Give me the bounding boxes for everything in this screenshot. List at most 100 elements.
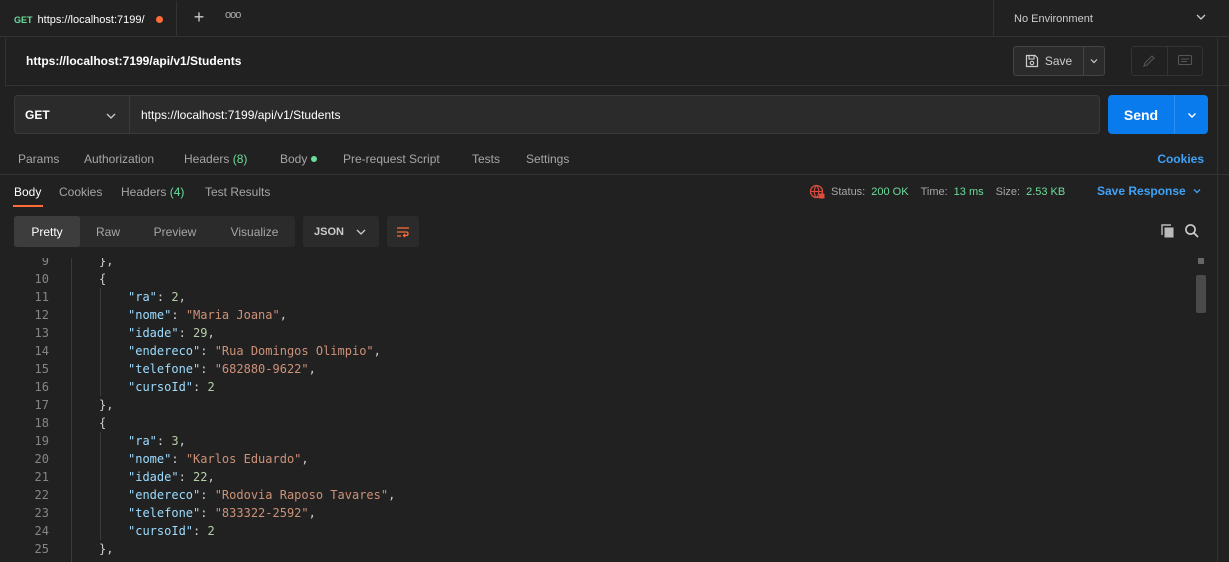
tab-title: https://localhost:7199/ bbox=[37, 13, 145, 26]
view-mode-pretty[interactable]: Pretty bbox=[14, 216, 80, 247]
code-text: "telefone": "682880-9622", bbox=[128, 362, 316, 376]
code-text: "cursoId": 2 bbox=[128, 380, 215, 394]
code-text: "idade": 22, bbox=[128, 470, 215, 484]
comments-icon[interactable] bbox=[1168, 47, 1203, 75]
code-text: "ra": 2, bbox=[128, 290, 186, 304]
wrap-lines-button[interactable] bbox=[387, 216, 419, 247]
chevron-down-icon bbox=[1196, 14, 1206, 20]
code-text: { bbox=[99, 416, 107, 430]
save-response-label: Save Response bbox=[1097, 184, 1186, 198]
code-text: }, bbox=[99, 542, 114, 556]
method-select[interactable]: GET bbox=[14, 95, 130, 134]
code-text: { bbox=[99, 272, 107, 286]
code-line: 15 "telefone": "682880-9622", bbox=[5, 360, 1194, 378]
tab-headers[interactable]: Headers (8) bbox=[184, 152, 247, 166]
network-globe-icon[interactable] bbox=[809, 184, 825, 200]
view-mode-selector: Pretty Raw Preview Visualize bbox=[14, 216, 295, 247]
code-line: 12 "nome": "Maria Joana", bbox=[5, 306, 1194, 324]
code-text: "telefone": "833322-2592", bbox=[128, 506, 316, 520]
request-tabs: Params Authorization Headers (8) Body Pr… bbox=[0, 147, 1229, 175]
code-line: 16 "cursoId": 2 bbox=[5, 378, 1194, 396]
view-mode-preview[interactable]: Preview bbox=[136, 216, 214, 247]
wrap-lines-icon bbox=[397, 226, 409, 237]
code-text: }, bbox=[99, 258, 114, 268]
tab-body[interactable]: Body bbox=[280, 152, 318, 166]
size-value[interactable]: 2.53 KB bbox=[1026, 186, 1065, 198]
cookies-link[interactable]: Cookies bbox=[1157, 152, 1204, 166]
status-value[interactable]: 200 OK bbox=[871, 186, 908, 198]
format-select[interactable]: JSON bbox=[303, 216, 379, 247]
url-value: https://localhost:7199/api/v1/Students bbox=[141, 107, 341, 122]
line-number: 17 bbox=[34, 398, 49, 412]
line-number: 15 bbox=[34, 362, 49, 376]
request-tab[interactable]: GET https://localhost:7199/ bbox=[0, 0, 177, 37]
send-button[interactable]: Send bbox=[1108, 95, 1175, 134]
line-number: 9 bbox=[41, 258, 49, 268]
response-tab-test-results[interactable]: Test Results bbox=[205, 185, 270, 199]
code-line: 14 "endereco": "Rua Domingos Olimpio", bbox=[5, 342, 1194, 360]
response-body-editor[interactable]: 9}, 10 {11 "ra": 2, 12 "nome": "Maria Joana",… bbox=[5, 258, 1194, 562]
request-tools bbox=[1131, 46, 1203, 76]
save-disk-icon bbox=[1025, 54, 1038, 68]
request-title[interactable]: https://localhost:7199/api/v1/Students bbox=[26, 54, 241, 68]
time-value[interactable]: 13 ms bbox=[954, 186, 984, 198]
line-number: 14 bbox=[34, 344, 49, 358]
line-number: 19 bbox=[34, 434, 49, 448]
search-icon[interactable] bbox=[1184, 223, 1200, 239]
tab-settings[interactable]: Settings bbox=[526, 152, 569, 166]
tab-prerequest-script[interactable]: Pre-request Script bbox=[343, 152, 440, 166]
code-text: "ra": 3, bbox=[128, 434, 186, 448]
unsaved-dot-icon bbox=[155, 16, 163, 23]
response-status: Status: 200 OK Time: 13 ms Size: 2.53 KB bbox=[809, 184, 1065, 200]
tab-body-label: Body bbox=[280, 152, 308, 166]
tab-tests[interactable]: Tests bbox=[472, 152, 500, 166]
response-tab-body[interactable]: Body bbox=[14, 185, 41, 199]
scrollbar-thumb[interactable] bbox=[1196, 275, 1206, 313]
line-number: 13 bbox=[34, 326, 49, 340]
line-number: 16 bbox=[34, 380, 49, 394]
tab-bar: GET https://localhost:7199/ + ooo No Env… bbox=[0, 0, 1229, 37]
save-button-group: Save bbox=[1013, 46, 1105, 76]
chevron-down-icon bbox=[1187, 112, 1196, 118]
response-tab-headers[interactable]: Headers (4) bbox=[121, 185, 184, 199]
copy-icon[interactable] bbox=[1160, 223, 1176, 239]
view-mode-raw[interactable]: Raw bbox=[80, 216, 136, 247]
environment-label: No Environment bbox=[1014, 12, 1093, 25]
line-number: 21 bbox=[34, 470, 49, 484]
code-line: 17}, bbox=[5, 396, 1194, 414]
line-number: 23 bbox=[34, 506, 49, 520]
request-header: https://localhost:7199/api/v1/Students S… bbox=[5, 38, 1229, 86]
line-number: 22 bbox=[34, 488, 49, 502]
status-label: Status: bbox=[831, 186, 866, 198]
save-button[interactable]: Save bbox=[1014, 47, 1084, 75]
send-options-button[interactable] bbox=[1175, 95, 1208, 134]
url-input[interactable]: https://localhost:7199/api/v1/Students bbox=[129, 95, 1100, 134]
tab-authorization[interactable]: Authorization bbox=[84, 152, 154, 166]
new-tab-plus-icon[interactable]: + bbox=[190, 8, 208, 26]
view-mode-visualize[interactable]: Visualize bbox=[214, 216, 295, 247]
code-text: }, bbox=[99, 398, 114, 412]
tab-headers-count: (8) bbox=[232, 152, 248, 166]
time-label: Time: bbox=[920, 186, 948, 198]
size-label: Size: bbox=[995, 186, 1021, 198]
edit-pencil-icon[interactable] bbox=[1132, 47, 1168, 75]
environment-selector[interactable]: No Environment bbox=[993, 0, 1229, 37]
code-text: "nome": "Maria Joana", bbox=[128, 308, 287, 322]
tab-method-label: GET bbox=[14, 14, 33, 25]
more-tabs-icon[interactable]: ooo bbox=[225, 9, 241, 21]
chevron-down-icon bbox=[1090, 59, 1098, 64]
chevron-down-icon bbox=[356, 229, 366, 235]
code-text: "endereco": "Rua Domingos Olimpio", bbox=[128, 344, 381, 358]
tab-params[interactable]: Params bbox=[18, 152, 59, 166]
line-number: 20 bbox=[34, 452, 49, 466]
response-tab-cookies[interactable]: Cookies bbox=[59, 185, 102, 199]
code-text: "cursoId": 2 bbox=[128, 524, 215, 538]
save-response-button[interactable]: Save Response bbox=[1097, 184, 1202, 198]
line-number: 25 bbox=[34, 542, 49, 556]
code-line: 18 { bbox=[5, 414, 1194, 432]
line-number: 18 bbox=[34, 416, 49, 430]
save-options-button[interactable] bbox=[1084, 56, 1104, 66]
scroll-up-arrow-icon[interactable] bbox=[1198, 258, 1204, 264]
indent-guide bbox=[100, 288, 101, 396]
tab-headers-label: Headers bbox=[184, 152, 230, 166]
